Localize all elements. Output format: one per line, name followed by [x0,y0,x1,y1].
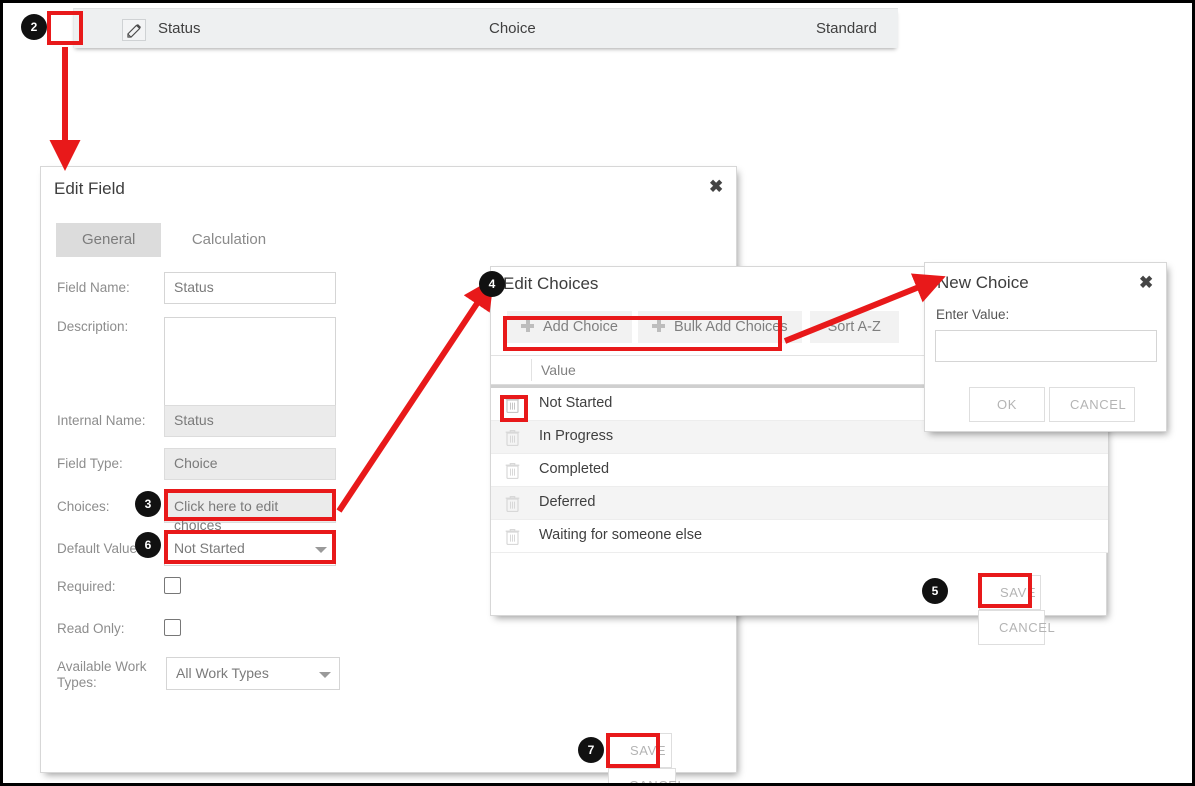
edit-choices-trigger[interactable]: Click here to edit choices [164,491,336,533]
column-header-value: Value [541,362,576,378]
delete-icon[interactable] [505,495,520,517]
callout-5: 5 [922,578,948,604]
table-row[interactable]: Waiting for someone else [491,520,1108,553]
form-row-field-name: Field Name: Status [57,272,357,304]
choice-value: Deferred [539,494,596,510]
field-type-input: Choice [164,448,336,480]
available-work-types-label: Available Work Types: [57,659,147,690]
bulk-add-choices-label: Bulk Add Choices [673,319,788,335]
table-row[interactable]: Deferred [491,487,1108,520]
row-field-type: Choice [489,20,536,37]
field-list-row[interactable]: Status Choice Standard [73,8,898,48]
row-field-name: Status [158,20,201,37]
sort-a-z-button[interactable]: Sort A-Z [809,311,899,343]
description-textarea[interactable] [164,317,336,409]
chevron-down-icon [319,671,331,678]
plus-icon [651,319,665,332]
enter-value-label: Enter Value: [936,307,1010,322]
choice-value: Not Started [539,395,613,411]
available-work-types-selected: All Work Types [176,665,269,681]
bulk-add-choices-button[interactable]: Bulk Add Choices [637,311,802,343]
form-row-available-work-types: Available Work Types: All Work Types [57,657,357,707]
plus-icon [521,319,534,332]
form-row-read-only: Read Only: [57,619,357,639]
choice-value: Completed [539,461,610,477]
new-choice-cancel-button[interactable]: CANCEL [1049,387,1135,422]
new-choice-title: New Choice [937,273,1029,292]
read-only-checkbox[interactable] [164,619,181,636]
row-field-category: Standard [816,20,877,37]
form-row-field-type: Field Type: Choice [57,448,357,480]
edit-choices-title: Edit Choices [503,274,599,293]
tab-calculation[interactable]: Calculation [166,223,292,257]
tab-general[interactable]: General [56,223,162,257]
close-icon[interactable]: ✖ [1139,274,1153,291]
edit-field-cancel-button[interactable]: CANCEL [608,768,685,783]
edit-field-title: Edit Field [54,179,125,198]
pencil-edit-icon[interactable] [122,19,146,41]
field-type-label: Field Type: [57,456,123,471]
delete-icon[interactable] [505,528,520,550]
callout-2: 2 [21,14,47,40]
callout-7: 7 [578,737,604,763]
callout-6: 6 [135,532,161,558]
delete-icon[interactable] [505,396,520,418]
form-row-required: Required: [57,577,357,597]
chevron-down-icon [315,547,327,553]
field-name-label: Field Name: [57,280,130,295]
default-value-select[interactable]: Not Started [164,532,336,566]
delete-icon[interactable] [505,462,520,484]
new-choice-ok-button[interactable]: OK [969,387,1045,422]
close-icon[interactable]: ✖ [709,178,723,195]
delete-icon[interactable] [505,429,520,451]
required-label: Required: [57,579,116,594]
choice-value: Waiting for someone else [539,527,703,543]
edit-field-save-button[interactable]: SAVE [609,733,672,768]
field-name-input[interactable]: Status [164,272,336,304]
form-row-default-value: Default Value: Not Started [57,532,357,566]
default-value-selected: Not Started [174,540,245,556]
edit-choices-cancel-button[interactable]: CANCEL [978,610,1055,645]
internal-name-label: Internal Name: [57,413,146,428]
edit-field-footer: SAVECANCEL [608,733,736,783]
enter-value-input[interactable] [935,330,1157,362]
edit-field-tabs: General Calculation [56,223,292,257]
table-row[interactable]: Completed [491,454,1108,487]
choice-value: In Progress [539,428,614,444]
new-choice-footer: OK CANCEL [969,387,1135,422]
screenshot-frame: Status Choice Standard Edit Field ✖ Gene… [0,0,1195,786]
read-only-label: Read Only: [57,621,125,636]
callout-4: 4 [479,271,505,297]
form-row-choices: Choices: Click here to edit choices [57,491,357,533]
form-row-description: Description: [57,317,357,409]
edit-choices-footer: SAVECANCEL [978,575,1106,645]
callout-3: 3 [135,491,161,517]
form-row-internal-name: Internal Name: Status [57,405,357,437]
internal-name-input: Status [164,405,336,437]
add-choice-label: Add Choice [543,319,618,335]
header-divider [531,359,532,381]
add-choice-button[interactable]: Add Choice [507,311,632,343]
available-work-types-select[interactable]: All Work Types [166,657,340,690]
edit-choices-toolbar: Add Choice Bulk Add Choices Sort A-Z [507,311,899,343]
new-choice-dialog: New Choice ✖ Enter Value: OK CANCEL [924,262,1167,432]
required-checkbox[interactable] [164,577,181,594]
edit-choices-save-button[interactable]: SAVE [979,575,1041,610]
description-label: Description: [57,319,129,334]
